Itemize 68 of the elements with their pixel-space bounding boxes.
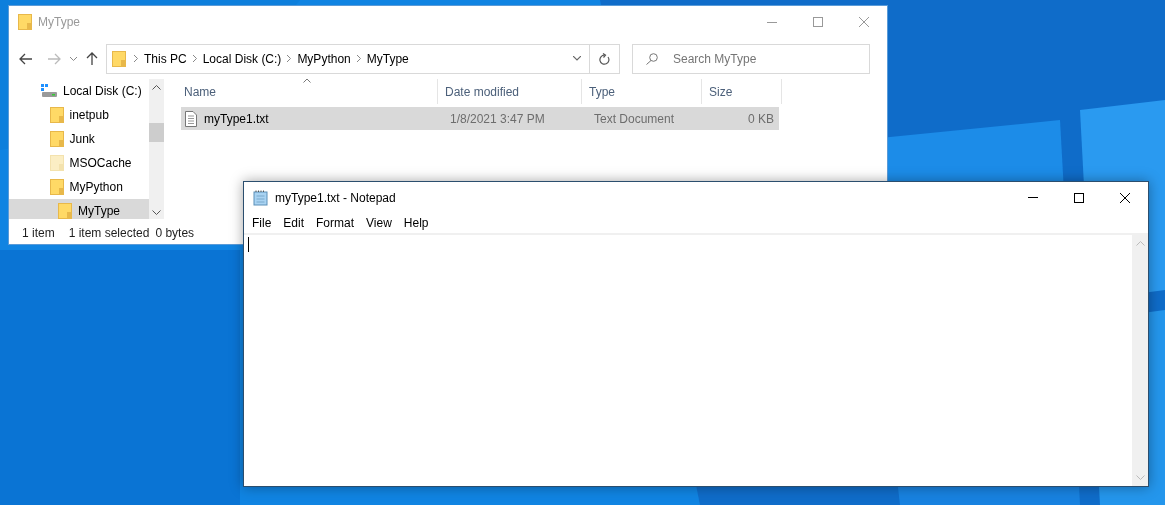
scroll-up-icon: [152, 85, 161, 90]
column-header[interactable]: Name: [167, 79, 438, 104]
address-bar[interactable]: This PC Local Disk (C:) MyPython MyType: [106, 43, 590, 74]
scrollbar[interactable]: [1132, 235, 1148, 486]
selection-size: 0 bytes: [155, 224, 195, 242]
tree-item[interactable]: inetpub: [9, 103, 149, 127]
minimize-icon: [767, 21, 777, 23]
back-arrow-icon: [19, 52, 33, 65]
sort-caret-icon: [303, 79, 311, 83]
file-date: 1/8/2021 3:47 PM: [450, 110, 546, 128]
caret-icon: [69, 56, 77, 61]
menu-item[interactable]: View: [360, 214, 398, 232]
tree-item[interactable]: MyPython: [9, 175, 149, 199]
scrollbar-thumb[interactable]: [149, 123, 164, 142]
column-header[interactable]: Size: [702, 79, 782, 104]
folder-icon: [49, 107, 64, 123]
chevron-icon: [287, 55, 292, 62]
folder-icon: [112, 50, 126, 67]
close-icon: [859, 17, 869, 27]
scroll-down-icon: [152, 210, 161, 215]
dropdown-caret-icon[interactable]: [573, 56, 581, 61]
selection-info: 1 item selected: [68, 224, 150, 242]
chevron-icon: [192, 55, 197, 62]
item-count: 1 item: [22, 224, 55, 242]
breadcrumb-item[interactable]: MyType: [366, 49, 409, 68]
refresh-button[interactable]: [590, 43, 620, 74]
window-title: MyType: [38, 14, 80, 31]
text-cursor: [248, 237, 249, 252]
folder-icon: [49, 131, 64, 147]
file-size: 0 KB: [747, 110, 774, 128]
menu-item[interactable]: Edit: [277, 214, 311, 232]
scrollbar[interactable]: [149, 79, 164, 219]
forward-arrow-icon: [47, 52, 61, 65]
search-field[interactable]: Search MyType: [632, 43, 870, 74]
column-header[interactable]: Date modified: [438, 79, 582, 104]
scroll-down-icon: [1135, 475, 1145, 480]
scroll-up-icon: [1135, 241, 1145, 246]
menu-item[interactable]: File: [246, 214, 278, 232]
refresh-icon: [599, 52, 610, 65]
tree-item[interactable]: Junk: [9, 127, 149, 151]
tree-item[interactable]: MSOCache: [9, 151, 149, 175]
folder-icon: [49, 155, 64, 171]
maximize-icon: [1074, 192, 1084, 203]
folder-icon: [18, 14, 32, 30]
maximize-icon: [813, 17, 823, 27]
file-row[interactable]: myType1.txt 1/8/2021 3:47 PM Text Document 0 KB: [181, 107, 779, 130]
column-header[interactable]: Type: [582, 79, 702, 104]
breadcrumb-item[interactable]: This PC: [144, 49, 187, 68]
menu-item[interactable]: Format: [310, 214, 361, 232]
menu-item[interactable]: Help: [397, 214, 435, 232]
tree-item[interactable]: MyType: [9, 199, 149, 219]
window-title: myType1.txt - Notepad: [275, 189, 396, 207]
chevron-icon: [356, 55, 361, 62]
file-name: myType1.txt: [204, 110, 270, 128]
tree-item[interactable]: Local Disk (C:): [9, 79, 149, 103]
search-icon: [646, 52, 658, 65]
file-type: Text Document: [594, 110, 676, 128]
up-arrow-icon: [86, 51, 98, 66]
folder-icon: [58, 203, 72, 219]
chevron-icon: [134, 55, 138, 62]
folder-icon: [49, 179, 64, 195]
drive-icon: [41, 84, 57, 98]
minimize-icon: [1028, 197, 1038, 198]
close-icon: [1120, 192, 1130, 203]
text-file-icon: [185, 110, 197, 127]
breadcrumb-item[interactable]: MyPython: [297, 49, 351, 68]
notepad-icon: [253, 189, 269, 206]
breadcrumb-item[interactable]: Local Disk (C:): [202, 49, 282, 68]
